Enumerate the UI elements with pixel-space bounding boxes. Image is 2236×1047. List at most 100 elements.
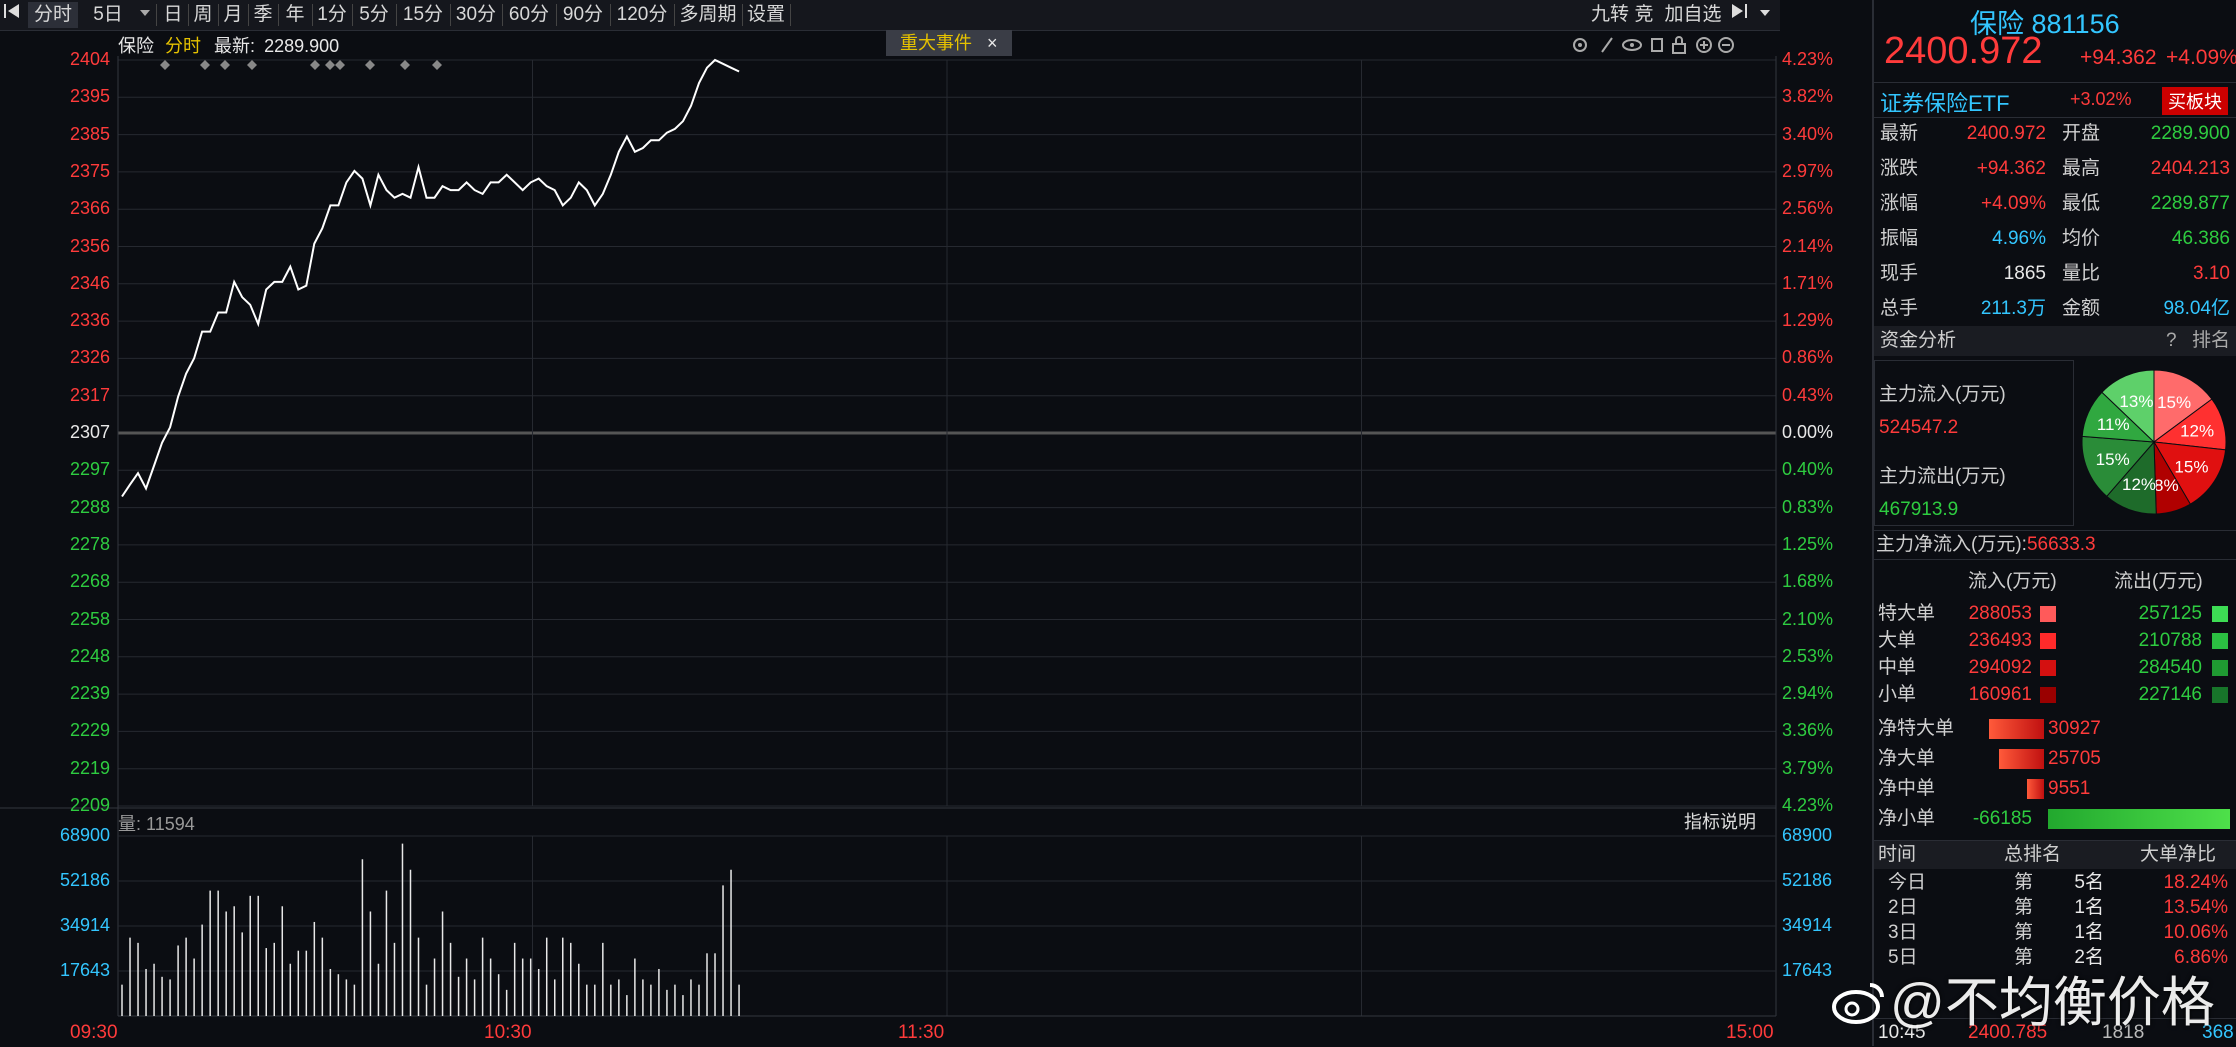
stat-value: 2404.213: [2150, 158, 2230, 179]
percent-tick-label: 0.00%: [1782, 422, 1834, 442]
percent-tick-label: 0.86%: [1782, 347, 1834, 368]
rank-period: 今日: [1888, 872, 1927, 893]
event-marker[interactable]: [400, 60, 410, 70]
flow-in-swatch: [2040, 660, 2056, 676]
watermark: @不均衡价格: [1830, 958, 2215, 1038]
price-tick-label: 2326: [69, 347, 110, 368]
price-tick-label: 2239: [69, 683, 110, 704]
event-marker[interactable]: [310, 60, 320, 70]
net-inflow-value: 56633.3: [2026, 534, 2096, 555]
flow-row-name: 大单: [1878, 630, 1917, 651]
quote-price: 2400.972: [1884, 30, 2043, 72]
event-marker[interactable]: [325, 60, 335, 70]
pie-label: 15%: [2174, 457, 2208, 476]
event-marker[interactable]: [335, 60, 345, 70]
stat-value: 3.10: [2193, 263, 2230, 284]
net-flow-row: 净小单 -66185: [1878, 804, 2232, 834]
indicator-help-button[interactable]: 指标说明: [1684, 808, 1756, 834]
flow-row-name: 中单: [1878, 657, 1917, 678]
volume-tick-label: 52186: [1782, 870, 1833, 890]
event-marker[interactable]: [365, 60, 375, 70]
net-flow-value: 30927: [2048, 718, 2101, 739]
stat-value: +94.362: [1976, 158, 2046, 179]
volume-header: 量: 11594: [118, 810, 195, 836]
flow-in-value: 236493: [1968, 630, 2032, 651]
price-tick-label: 2219: [69, 757, 110, 778]
stat-row: 最新 2400.972 开盘 2289.900: [1878, 118, 2232, 150]
main-flow-box: 主力流入(万元) 524547.2 主力流出(万元) 467913.9: [1874, 360, 2074, 526]
event-marker[interactable]: [200, 60, 210, 70]
volume-value: 11594: [146, 814, 195, 834]
pie-label: 8%: [2154, 476, 2179, 495]
net-inflow-row: 主力净流入(万元):56633.3: [1874, 530, 2236, 560]
percent-tick-label: 4.23%: [1782, 49, 1834, 69]
related-etf-row[interactable]: 证券保险ETF +3.02% 买板块: [1874, 82, 2236, 118]
flow-out-swatch: [2212, 660, 2228, 676]
stat-label: 均价: [2062, 228, 2101, 249]
price-tick-label: 2209: [69, 795, 110, 815]
rank-row: 今日 第 5名 18.24%: [1878, 870, 2232, 895]
main-outflow-value: 467913.9: [1879, 499, 1959, 520]
flow-out-value: 257125: [2138, 603, 2202, 624]
price-tick-label: 2307: [69, 422, 110, 442]
event-marker[interactable]: [160, 60, 170, 70]
quote-panel: 保险 881156 2400.972 +94.362 +4.09% 证券保险ET…: [1872, 0, 2236, 1046]
rank-ratio: 18.24%: [2163, 872, 2228, 893]
time-label-1130: 11:30: [898, 1022, 945, 1043]
intraday-chart[interactable]: [0, 0, 1870, 1046]
price-tick-label: 2297: [69, 459, 110, 480]
volume-tick-label: 68900: [59, 825, 110, 845]
outflow-header: 流出(万元): [2114, 571, 2203, 592]
stat-label: 现手: [1880, 263, 1919, 284]
stat-row: 涨跌 +94.362 最高 2404.213: [1878, 153, 2232, 185]
stat-row: 涨幅 +4.09% 最低 2289.877: [1878, 188, 2232, 220]
price-tick-label: 2258: [69, 608, 110, 629]
price-tick-label: 2268: [69, 571, 110, 592]
price-tick-label: 2229: [69, 720, 110, 741]
net-flow-name: 净特大单: [1878, 718, 1955, 739]
flow-out-swatch: [2212, 606, 2228, 622]
stat-value: 98.04亿: [2163, 298, 2230, 319]
volume-tick-label: 68900: [1782, 825, 1833, 845]
rank-col-ratio: 大单净比: [2140, 844, 2217, 865]
price-tick-label: 2375: [69, 160, 110, 181]
price-tick-label: 2336: [69, 310, 110, 331]
rank-value: 1名: [2074, 922, 2104, 943]
stat-value: 1865: [2003, 263, 2046, 284]
pie-label: 15%: [2157, 393, 2191, 412]
rank-link[interactable]: 排名: [2192, 326, 2230, 356]
fund-analysis-header: 资金分析 ? 排名: [1874, 326, 2236, 356]
rank-col-total: 总排名: [2004, 844, 2062, 865]
percent-tick-label: 2.94%: [1782, 683, 1834, 704]
rank-table-header: 时间 总排名 大单净比: [1874, 840, 2236, 869]
event-marker[interactable]: [220, 60, 230, 70]
net-flow-bar: [2048, 809, 2230, 829]
help-icon[interactable]: ?: [2166, 326, 2177, 356]
flow-out-swatch: [2212, 687, 2228, 703]
related-etf-name[interactable]: 证券保险ETF: [1880, 86, 2010, 118]
rank-value: 5名: [2074, 872, 2104, 893]
percent-tick-label: 3.40%: [1782, 123, 1834, 144]
flow-in-swatch: [2040, 687, 2056, 703]
stat-label: 涨幅: [1880, 193, 1919, 214]
flow-out-value: 284540: [2138, 657, 2202, 678]
price-tick-label: 2248: [69, 645, 110, 666]
price-tick-label: 2385: [69, 123, 110, 144]
price-tick-label: 2346: [69, 272, 110, 293]
event-marker[interactable]: [247, 60, 257, 70]
stat-value: +4.09%: [1981, 193, 2046, 214]
buy-board-button[interactable]: 买板块: [2162, 87, 2228, 115]
stat-row: 总手 211.3万 金额 98.04亿: [1878, 293, 2232, 325]
net-flow-name: 净中单: [1878, 778, 1936, 799]
rank-col-time: 时间: [1878, 844, 1917, 865]
rank-prefix: 第: [2014, 872, 2034, 893]
flow-row: 大单 236493 210788: [1878, 627, 2232, 654]
related-etf-change: +3.02%: [2070, 89, 2132, 109]
event-marker[interactable]: [432, 60, 442, 70]
price-tick-label: 2278: [69, 533, 110, 554]
volume-tick-label: 17643: [59, 960, 110, 980]
percent-tick-label: 3.79%: [1782, 757, 1834, 778]
stat-label: 最新: [1880, 123, 1919, 144]
flow-in-value: 294092: [1968, 657, 2032, 678]
flow-in-swatch: [2040, 633, 2056, 649]
